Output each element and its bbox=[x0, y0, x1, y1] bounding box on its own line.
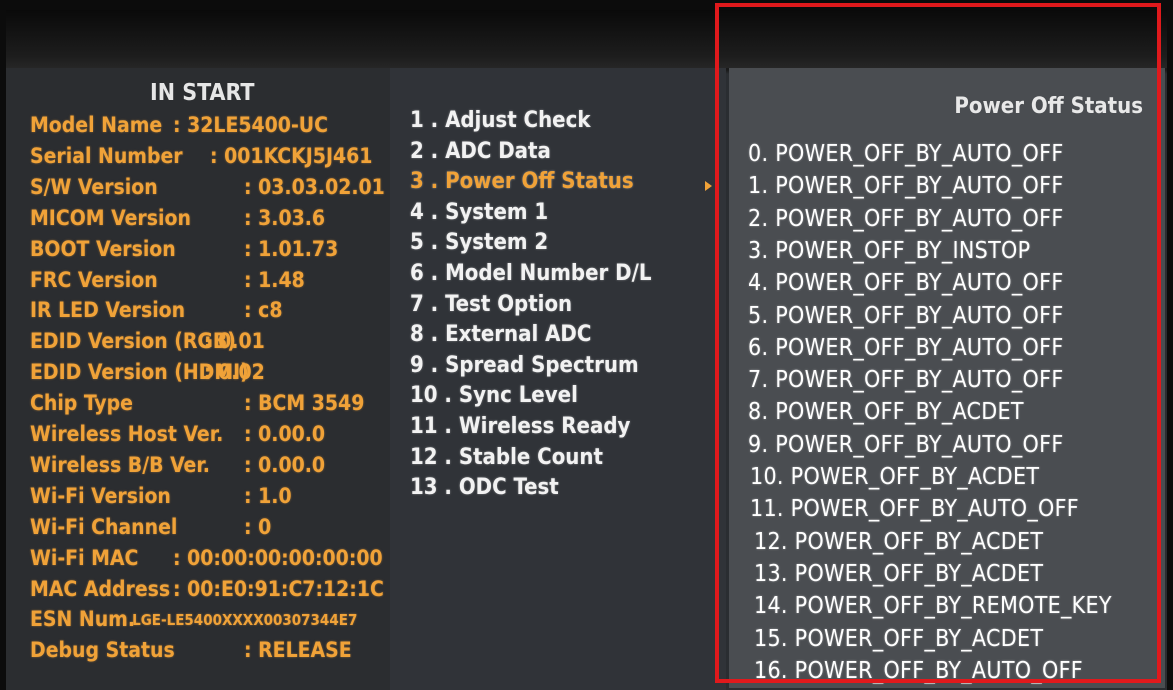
menu-item[interactable]: 8 . External ADC bbox=[410, 322, 591, 347]
power-off-title: Power Off Status bbox=[954, 94, 1143, 119]
menu-item[interactable]: 4 . System 1 bbox=[410, 200, 548, 225]
info-value: : 32LE5400-UC bbox=[173, 113, 328, 137]
info-value: : RELEASE bbox=[244, 638, 352, 663]
info-value: : c8 bbox=[244, 298, 283, 323]
info-value: : 00:E0:91:C7:12:1C bbox=[173, 576, 384, 601]
menu-item[interactable]: 12 . Stable Count bbox=[410, 445, 603, 470]
info-label: Debug Status bbox=[30, 638, 175, 663]
power-off-entry: 5. POWER_OFF_BY_AUTO_OFF bbox=[748, 302, 1064, 329]
info-value: : 0 bbox=[244, 514, 272, 539]
power-off-entry: 14. POWER_OFF_BY_REMOTE_KEY bbox=[754, 593, 1112, 620]
info-label: MICOM Version bbox=[30, 205, 191, 230]
power-off-entry: 6. POWER_OFF_BY_AUTO_OFF bbox=[748, 334, 1064, 361]
info-value: : 001KCKJ5J461 bbox=[210, 143, 373, 168]
info-value: : 0.00.0 bbox=[244, 422, 326, 446]
menu-item[interactable]: 13 . ODC Test bbox=[410, 475, 559, 500]
info-label: Chip Type bbox=[30, 391, 133, 416]
info-value: : 1.01.73 bbox=[244, 236, 339, 261]
info-value: : 1.0 bbox=[244, 483, 292, 508]
info-label: FRC Version bbox=[30, 267, 158, 292]
power-off-entry: 12. POWER_OFF_BY_ACDET bbox=[754, 528, 1044, 555]
menu-item[interactable]: 10 . Sync Level bbox=[410, 383, 578, 408]
info-value: : BCM 3549 bbox=[244, 391, 365, 416]
power-off-entry: 10. POWER_OFF_BY_ACDET bbox=[750, 464, 1040, 490]
info-label: Wi-Fi MAC bbox=[30, 545, 139, 570]
info-value: : 0.02 bbox=[204, 360, 265, 385]
info-value: : 0.00.0 bbox=[244, 452, 326, 477]
info-label: Wi-Fi Channel bbox=[30, 514, 178, 539]
top-bar bbox=[6, 10, 1167, 68]
power-off-entry: 0. POWER_OFF_BY_AUTO_OFF bbox=[748, 141, 1064, 167]
power-off-entry: 7. POWER_OFF_BY_AUTO_OFF bbox=[748, 367, 1064, 394]
power-off-entry: 15. POWER_OFF_BY_ACDET bbox=[754, 625, 1044, 652]
power-off-entry: 9. POWER_OFF_BY_AUTO_OFF bbox=[748, 431, 1064, 458]
info-value: : 03.03.02.01 bbox=[244, 174, 385, 199]
power-off-entry: 2. POWER_OFF_BY_AUTO_OFF bbox=[748, 205, 1064, 232]
info-label: BOOT Version bbox=[30, 236, 176, 261]
menu-item[interactable]: 7 . Test Option bbox=[410, 292, 572, 317]
power-off-entry: 3. POWER_OFF_BY_INSTOP bbox=[748, 237, 1031, 264]
info-label: Wireless Host Ver. bbox=[30, 422, 224, 446]
info-label: S/W Version bbox=[30, 174, 158, 199]
arrow-right-icon bbox=[705, 181, 712, 191]
power-off-entry: 1. POWER_OFF_BY_AUTO_OFF bbox=[748, 173, 1064, 200]
info-label: Wi-Fi Version bbox=[30, 483, 171, 508]
power-off-entry: 8. POWER_OFF_BY_ACDET bbox=[748, 399, 1024, 426]
info-value: : 0.01 bbox=[204, 329, 265, 354]
menu-item[interactable]: 9 . Spread Spectrum bbox=[410, 353, 639, 378]
info-label: MAC Address bbox=[30, 576, 171, 601]
info-label: Model Name bbox=[30, 113, 163, 137]
info-value: : 00:00:00:00:00:00 bbox=[173, 545, 383, 570]
info-label: ESN Num. bbox=[30, 607, 136, 632]
info-value: : LGE-LE5400XXXX00307344E7 bbox=[122, 611, 358, 630]
menu-item[interactable]: 3 . Power Off Status bbox=[410, 169, 634, 194]
menu-item[interactable]: 6 . Model Number D/L bbox=[410, 261, 651, 286]
power-off-entry: 4. POWER_OFF_BY_AUTO_OFF bbox=[748, 270, 1064, 297]
info-value: : 1.48 bbox=[244, 267, 305, 292]
menu-item[interactable]: 11 . Wireless Ready bbox=[410, 414, 630, 439]
power-off-entry: 13. POWER_OFF_BY_ACDET bbox=[754, 560, 1044, 587]
power-off-entry: 16. POWER_OFF_BY_AUTO_OFF bbox=[754, 657, 1083, 684]
power-off-entry: 11. POWER_OFF_BY_AUTO_OFF bbox=[750, 496, 1079, 523]
info-panel-title: IN START bbox=[150, 80, 255, 106]
info-label: IR LED Version bbox=[30, 298, 186, 323]
info-label: Serial Number bbox=[30, 143, 183, 168]
info-value: : 3.03.6 bbox=[244, 205, 326, 230]
menu-item[interactable]: 2 . ADC Data bbox=[410, 139, 551, 164]
menu-item[interactable]: 5 . System 2 bbox=[410, 230, 548, 255]
info-label: Wireless B/B Ver. bbox=[30, 452, 210, 477]
menu-item[interactable]: 1 . Adjust Check bbox=[410, 108, 591, 133]
